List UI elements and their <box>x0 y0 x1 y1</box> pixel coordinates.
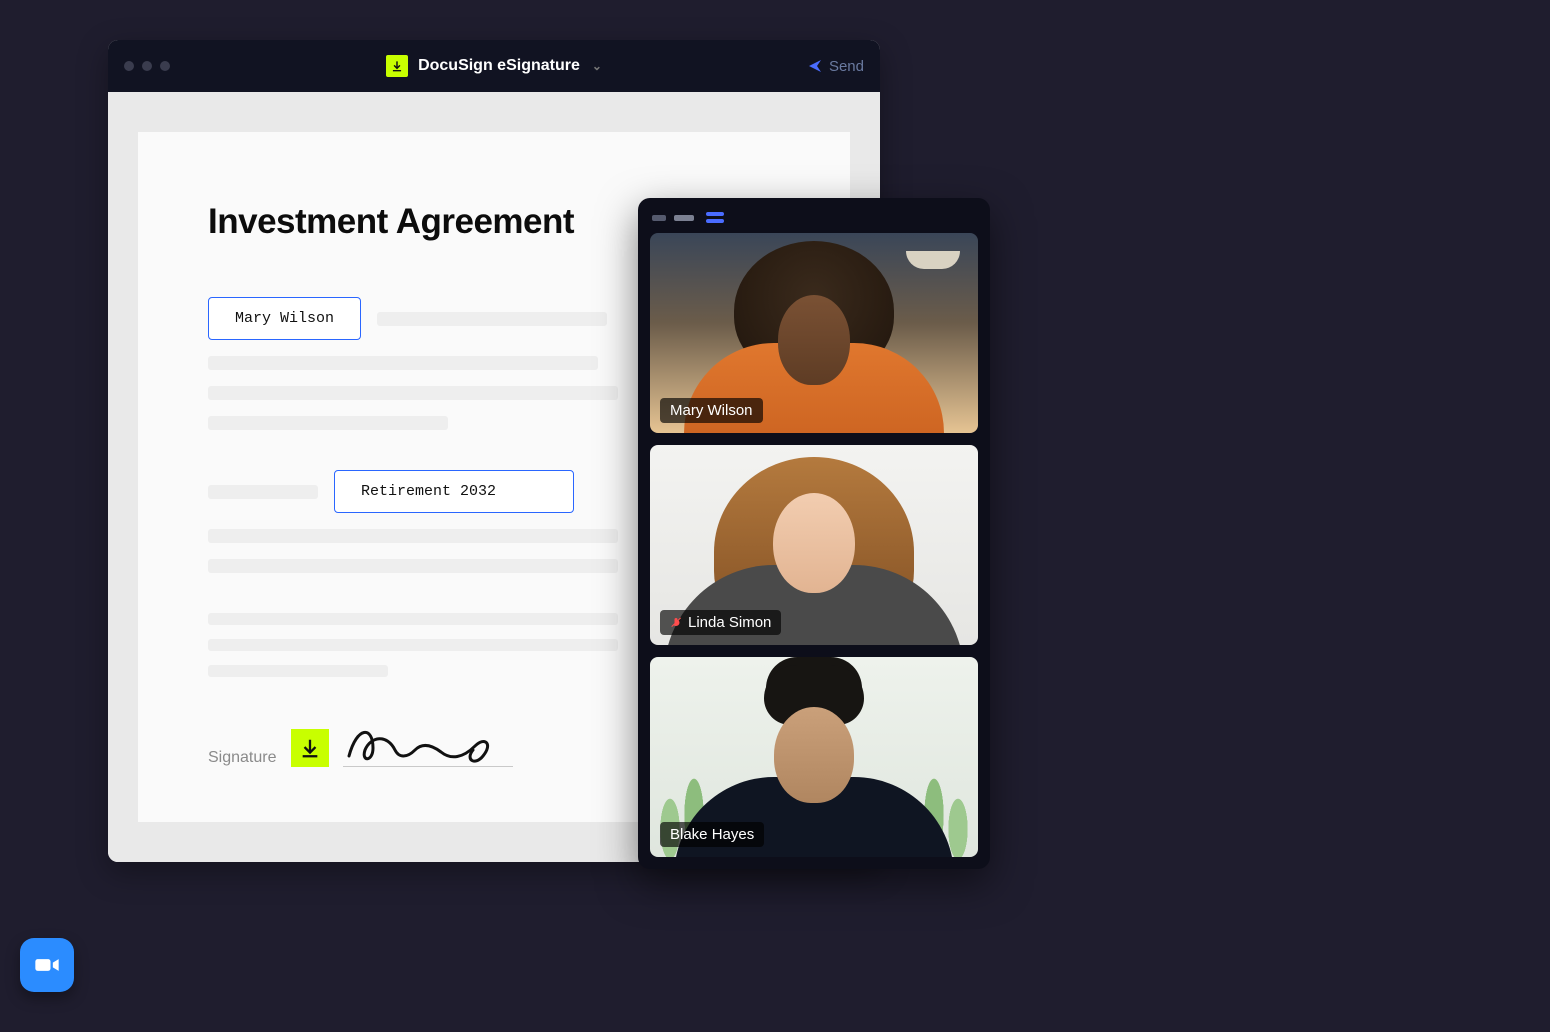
signature-label: Signature <box>208 749 277 767</box>
placeholder-line <box>208 386 618 400</box>
name-field[interactable]: Mary Wilson <box>208 297 361 340</box>
traffic-light-max[interactable] <box>160 61 170 71</box>
mic-muted-icon <box>670 617 682 629</box>
send-button[interactable]: Send <box>807 58 864 75</box>
name-field-value: Mary Wilson <box>235 310 334 327</box>
participant-name: Mary Wilson <box>670 402 753 419</box>
window-traffic-lights[interactable] <box>124 61 170 71</box>
placeholder-line <box>208 416 448 430</box>
participant-name: Blake Hayes <box>670 826 754 843</box>
placeholder-line <box>208 559 618 573</box>
participant-name-badge: Linda Simon <box>660 610 781 635</box>
vc-control-icon[interactable] <box>674 215 694 221</box>
participant-name-badge: Mary Wilson <box>660 398 763 423</box>
placeholder-line <box>377 312 607 326</box>
plan-field[interactable]: Retirement 2032 <box>334 470 574 513</box>
vc-control-icon[interactable] <box>652 215 666 221</box>
participant-tile[interactable]: Linda Simon <box>650 445 978 645</box>
signature-line[interactable] <box>343 727 513 767</box>
traffic-light-min[interactable] <box>142 61 152 71</box>
video-camera-icon <box>33 951 61 979</box>
participant-tile[interactable]: Mary Wilson <box>650 233 978 433</box>
docusign-titlebar: DocuSign eSignature ⌄ Send <box>108 40 880 92</box>
traffic-light-close[interactable] <box>124 61 134 71</box>
sign-here-stamp-icon[interactable] <box>291 729 329 767</box>
send-icon <box>807 58 823 74</box>
gallery-view-icon[interactable] <box>706 212 724 223</box>
participant-name-badge: Blake Hayes <box>660 822 764 847</box>
zoom-app-icon[interactable] <box>20 938 74 992</box>
plan-field-value: Retirement 2032 <box>361 483 496 500</box>
placeholder-line <box>208 639 618 651</box>
docusign-title: DocuSign eSignature ⌄ <box>108 55 880 77</box>
placeholder-line <box>208 665 388 677</box>
participant-tile[interactable]: Blake Hayes <box>650 657 978 857</box>
video-call-topbar <box>650 210 978 233</box>
video-call-window[interactable]: Mary Wilson Linda Simon Blake Hayes <box>638 198 990 869</box>
chevron-down-icon: ⌄ <box>592 59 602 73</box>
docusign-logo-icon <box>386 55 408 77</box>
signature-scribble-icon <box>343 720 503 768</box>
send-button-label: Send <box>829 58 864 75</box>
placeholder-line <box>208 356 598 370</box>
placeholder-line <box>208 529 618 543</box>
docusign-title-text: DocuSign eSignature <box>418 57 580 75</box>
placeholder-line <box>208 613 618 625</box>
placeholder-line <box>208 485 318 499</box>
participant-name: Linda Simon <box>688 614 771 631</box>
